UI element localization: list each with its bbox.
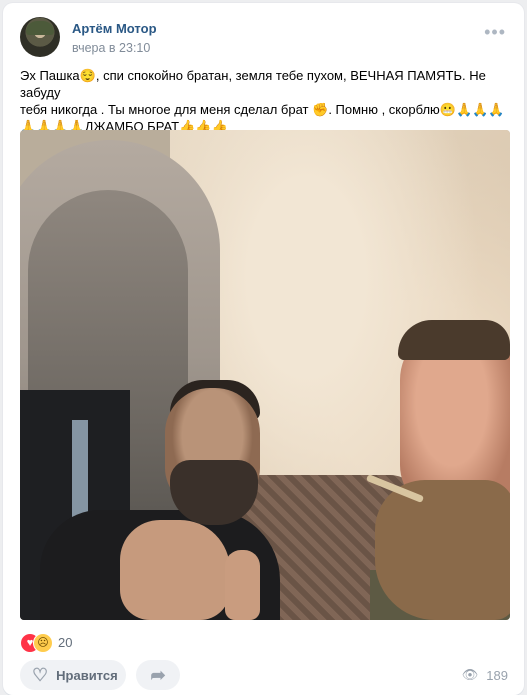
relieved-face-emoji-icon: 😌 [79, 68, 96, 83]
like-button[interactable]: ♡ Нравится [20, 660, 126, 690]
more-horizontal-icon[interactable]: ••• [484, 23, 506, 41]
heart-outline-icon: ♡ [32, 664, 49, 685]
like-label: Нравится [56, 667, 118, 683]
author-name[interactable]: Артём Мотор [72, 21, 157, 36]
post-text: Эх Пашка😌, спи спокойно братан, земля те… [20, 67, 506, 135]
grimace-emoji-icon: 😬 [439, 102, 456, 117]
text-segment: тебя никогда . Ты многое для меня сделал… [20, 102, 313, 117]
views-counter: 👁 189 [462, 667, 508, 683]
text-segment: . Помню , скорблю [328, 102, 440, 117]
views-count: 189 [486, 667, 508, 683]
reactions-count: 20 [58, 635, 73, 650]
eye-icon: 👁 [461, 667, 479, 682]
post-actions: ♡ Нравится ➦ 👁 189 [20, 660, 508, 694]
share-arrow-icon: ➦ [150, 664, 166, 685]
post-card: Артём Мотор вчера в 23:10 ••• Эх Пашка😌,… [3, 3, 524, 695]
fist-emoji-icon: ✊ [312, 102, 329, 117]
post-time[interactable]: вчера в 23:10 [72, 41, 150, 55]
author-avatar[interactable] [20, 17, 60, 57]
post-header: Артём Мотор вчера в 23:10 ••• [20, 17, 508, 61]
text-segment: Эх Пашка [20, 68, 80, 83]
share-button[interactable]: ➦ [136, 660, 180, 690]
sad-reaction-icon: ☹ [33, 633, 53, 653]
pray-emoji-icon: 🙏🙏🙏 [456, 102, 505, 117]
post-photo[interactable] [20, 130, 510, 620]
